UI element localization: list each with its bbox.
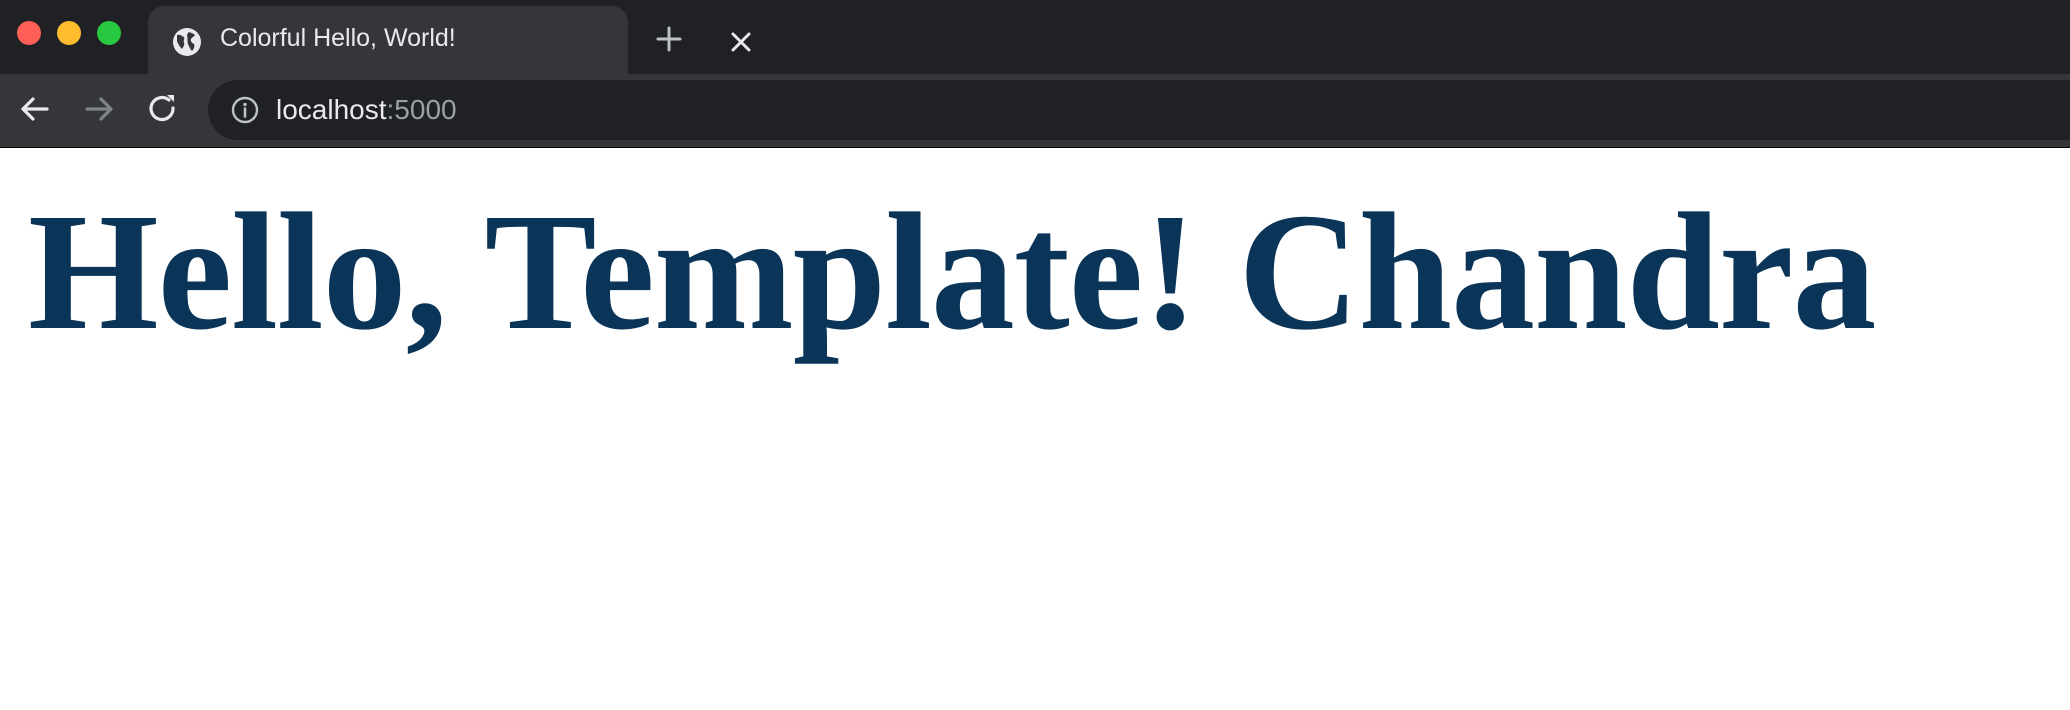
url-host: localhost	[276, 94, 387, 125]
browser-tab-active[interactable]: Colorful Hello, World!	[148, 6, 751, 74]
close-icon[interactable]	[730, 31, 752, 53]
page-content: Hello, Template! Chandra	[0, 148, 2070, 710]
url-port: :5000	[386, 94, 457, 125]
window-close-button[interactable]	[17, 21, 41, 45]
tab-strip: Colorful Hello, World!	[0, 0, 2070, 74]
window-minimize-button[interactable]	[57, 21, 81, 45]
browser-toolbar: localhost:5000	[0, 74, 2070, 148]
page-heading: Hello, Template! Chandra	[28, 179, 1876, 365]
reload-icon[interactable]	[146, 92, 180, 126]
url-text: localhost:5000	[276, 94, 457, 126]
address-bar[interactable]: localhost:5000	[208, 80, 2070, 140]
tab-title: Colorful Hello, World!	[220, 24, 456, 52]
globe-icon	[173, 28, 201, 56]
browser-chrome: Colorful Hello, World! localhost:5000	[0, 0, 2070, 148]
window-maximize-button[interactable]	[97, 21, 121, 45]
arrow-left-icon[interactable]	[18, 92, 52, 126]
arrow-right-icon[interactable]	[82, 92, 116, 126]
info-icon[interactable]	[230, 95, 260, 125]
new-tab-button[interactable]	[656, 26, 682, 52]
